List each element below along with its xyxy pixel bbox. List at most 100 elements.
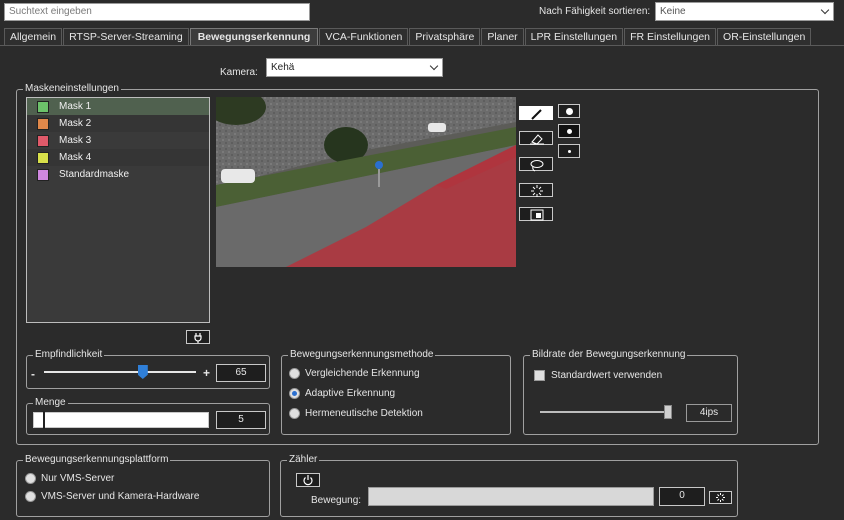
amount-bar[interactable] [33,411,209,429]
dot-icon [568,150,571,153]
counter-movement-label: Bewegung: [311,495,362,506]
tab-bar: Allgemein RTSP-Server-Streaming Bewegung… [4,28,812,46]
tab-rtsp[interactable]: RTSP-Server-Streaming [63,28,189,46]
method-option-adaptive[interactable]: Adaptive Erkennung [289,388,395,399]
counter-reset-button[interactable] [709,491,732,504]
camera-preview[interactable] [216,97,516,267]
clear-icon [531,185,543,197]
pencil-tool-button[interactable] [519,106,553,120]
mask-item-2[interactable]: Mask 2 [27,115,209,132]
counter-movement-bar [368,487,654,506]
mask-item-label: Mask 2 [59,118,92,129]
mask-list: Mask 1 Mask 2 Mask 3 Mask 4 Standardmask… [26,97,210,323]
tab-fr[interactable]: FR Einstellungen [624,28,717,46]
tab-planer[interactable]: Planer [481,28,524,46]
tab-lpr[interactable]: LPR Einstellungen [524,28,624,46]
sensitivity-title: Empfindlichkeit [33,349,105,361]
framerate-value: 4ips [686,404,732,422]
platform-option-label: Nur VMS-Server [41,473,115,484]
mask-swatch [37,134,49,147]
mask-item-label: Mask 1 [59,101,92,112]
checkbox-icon [534,370,545,381]
radio-icon [25,473,36,484]
mask-item-label: Standardmaske [59,169,130,180]
framerate-title: Bildrate der Bewegungserkennung [530,349,688,361]
search-input[interactable]: Suchtext eingeben [4,3,310,21]
mask-item-label: Mask 4 [59,152,92,163]
framerate-thumb[interactable] [664,405,672,419]
clear-tool-button[interactable] [519,183,553,197]
brush-size-medium[interactable] [558,124,580,138]
camera-select[interactable]: Kehä [266,58,443,77]
amount-thumb[interactable] [43,411,45,429]
mask-swatch [37,117,49,130]
power-icon [303,475,313,486]
mask-swatch [37,100,49,113]
tab-bewegungserkennung[interactable]: Bewegungserkennung [189,28,319,46]
counter-power-button[interactable] [296,473,320,487]
mask-swatch [37,168,49,181]
platform-group: Bewegungserkennungsplattform [16,454,270,517]
radio-selected-icon [289,388,300,399]
platform-option-vms-camera[interactable]: VMS-Server und Kamera-Hardware [25,491,199,502]
framerate-group: Bildrate der Bewegungserkennung [523,349,738,435]
tab-or[interactable]: OR-Einstellungen [717,28,812,46]
mask-item-1[interactable]: Mask 1 [27,98,209,115]
method-option-hermeneutic[interactable]: Hermeneutische Detektion [289,408,423,419]
invert-icon [530,209,544,221]
tab-privatsphaere[interactable]: Privatsphäre [409,28,481,46]
counter-title: Zähler [287,454,320,466]
framerate-track[interactable] [540,411,668,413]
radio-icon [289,368,300,379]
sort-label: Nach Fähigkeit sortieren: [539,6,651,17]
platform-option-label: VMS-Server und Kamera-Hardware [41,491,200,502]
dot-icon [566,108,573,115]
clear-icon [716,493,725,502]
amount-value[interactable]: 5 [216,411,266,429]
plug-icon [194,333,202,343]
method-title: Bewegungserkennungsmethode [288,349,436,361]
eraser-tool-button[interactable] [519,131,553,145]
pencil-icon [531,109,542,120]
sensitivity-value[interactable]: 65 [216,364,266,382]
mask-item-label: Mask 3 [59,135,92,146]
method-option-label: Adaptive Erkennung [305,388,396,399]
mask-settings-title: Maskeneinstellungen [23,83,121,95]
method-option-label: Hermeneutische Detektion [305,408,423,419]
platform-option-vms[interactable]: Nur VMS-Server [25,473,114,484]
sensitivity-track[interactable] [44,371,196,373]
platform-title: Bewegungserkennungsplattform [23,454,171,466]
radio-icon [25,491,36,502]
lasso-tool-button[interactable] [519,157,553,172]
lasso-icon [530,160,544,172]
tab-vca[interactable]: VCA-Funktionen [319,28,409,46]
mask-item-default[interactable]: Standardmaske [27,166,209,183]
camera-label: Kamera: [220,67,258,78]
camera-image [216,97,516,267]
counter-value: 0 [659,487,705,506]
tab-divider [0,45,844,46]
chevron-down-icon [429,61,439,71]
framerate-checkbox-label: Standardwert verwenden [551,370,663,381]
amount-title: Menge [33,397,68,409]
mask-item-3[interactable]: Mask 3 [27,132,209,149]
tab-allgemein[interactable]: Allgemein [4,28,63,46]
sensitivity-minus: - [31,367,35,381]
eraser-icon [530,134,544,145]
brush-size-small[interactable] [558,144,580,158]
mask-item-4[interactable]: Mask 4 [27,149,209,166]
sort-select[interactable]: Keine [655,2,834,21]
brush-size-large[interactable] [558,104,580,118]
method-option-label: Vergleichende Erkennung [305,368,420,379]
camera-select-value: Kehä [271,62,295,73]
method-option-compare[interactable]: Vergleichende Erkennung [289,368,420,379]
sort-select-value: Keine [660,6,686,17]
plugin-button[interactable] [186,330,210,344]
mask-swatch [37,151,49,164]
framerate-default-checkbox[interactable]: Standardwert verwenden [534,370,662,381]
dot-icon [567,129,572,134]
chevron-down-icon [820,5,830,15]
radio-icon [289,408,300,419]
invert-tool-button[interactable] [519,207,553,221]
sensitivity-plus: + [203,366,211,380]
